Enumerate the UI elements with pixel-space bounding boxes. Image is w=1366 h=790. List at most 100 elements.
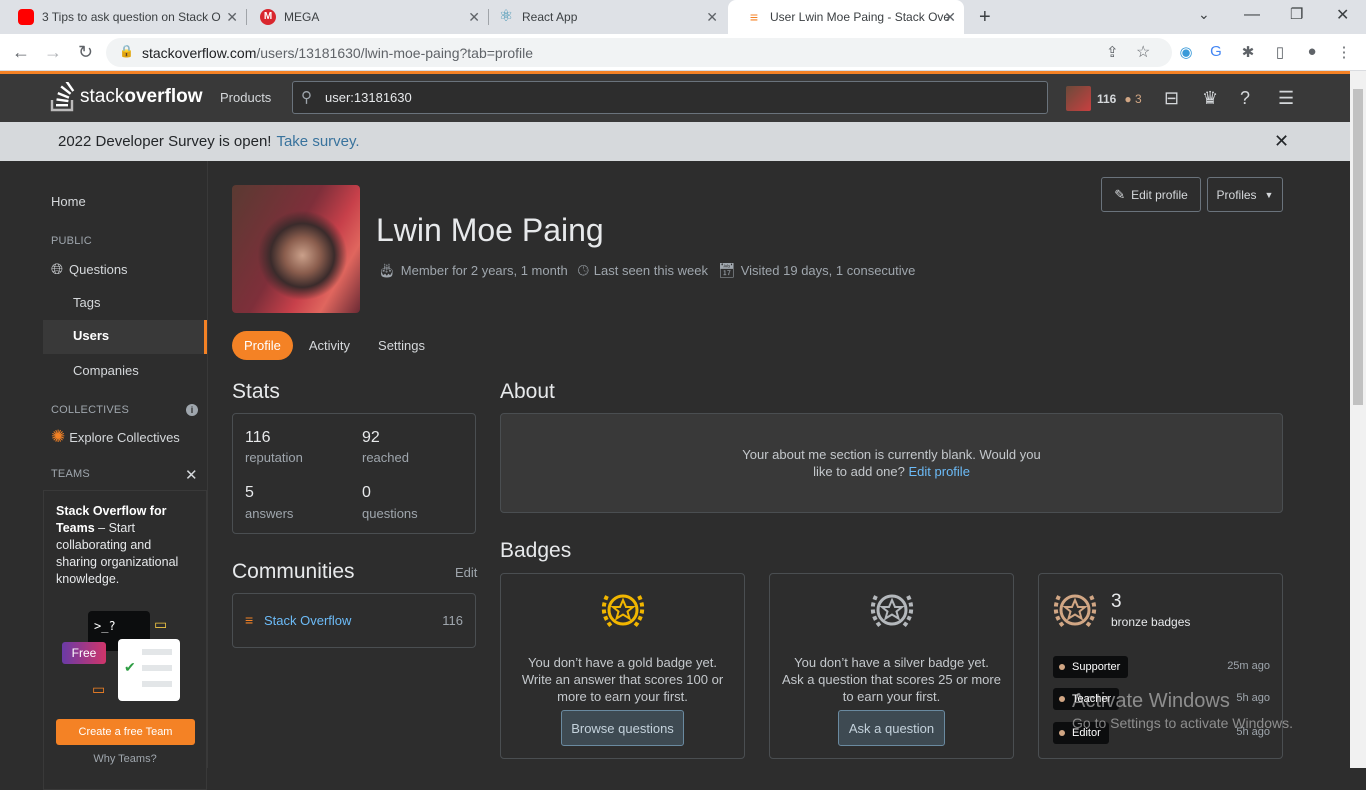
back-arrow-icon[interactable]: ← (12, 42, 30, 63)
cake-icon: 🎂︎ (378, 262, 396, 278)
extensions-puzzle-icon[interactable]: ✱ (1239, 43, 1257, 61)
logo-text-bold: overflow (124, 86, 203, 107)
minimize-icon[interactable]: — (1244, 6, 1260, 24)
new-tab-button[interactable]: + (979, 6, 991, 29)
profile-icon[interactable]: ● (1303, 43, 1321, 61)
achievements-trophy-icon[interactable]: ♛ (1202, 88, 1218, 109)
calendar-icon: 📅︎ (717, 262, 736, 278)
side-panel-icon[interactable]: ▯ (1271, 43, 1289, 61)
sidebar-item-explore-collectives[interactable]: ✺ Explore Collectives (51, 427, 180, 447)
tab-title: User Lwin Moe Paing - Stack Ove (770, 10, 951, 24)
tab-activity[interactable]: Activity (297, 331, 362, 360)
edit-profile-link[interactable]: Edit profile (909, 464, 970, 479)
watermark-line1: Activate Windows (1072, 690, 1230, 712)
community-name[interactable]: Stack Overflow (264, 613, 351, 628)
close-icon[interactable]: ✕ (944, 9, 956, 26)
badge-time: 25m ago (1227, 660, 1270, 672)
banner-text: 2022 Developer Survey is open! (58, 133, 272, 150)
tab-title: MEGA (284, 10, 320, 24)
caret-down-icon: ▼ (1264, 189, 1274, 200)
stackoverflow-icon: ≡ (749, 9, 759, 25)
create-free-team-button[interactable]: Create a free Team (56, 719, 195, 745)
badges-heading: Badges (500, 539, 572, 562)
help-icon[interactable]: ? (1240, 88, 1250, 109)
last-seen: Last seen this week (593, 263, 708, 278)
browse-questions-button[interactable]: Browse questions (561, 710, 684, 746)
site-switcher-icon[interactable]: ☰ (1278, 88, 1294, 109)
profiles-dropdown-button[interactable]: Profiles ▼ (1207, 177, 1283, 212)
close-icon[interactable]: ✕ (706, 9, 718, 26)
scrollbar-thumb[interactable] (1353, 89, 1363, 405)
browser-tab-bar: 3 Tips to ask question on Stack O ✕ M ME… (0, 0, 1366, 34)
close-icon[interactable]: ✕ (468, 9, 480, 26)
communities-edit-link[interactable]: Edit (455, 565, 477, 580)
translate-icon[interactable]: G (1207, 43, 1225, 61)
bronze-badge-icon (1053, 594, 1097, 628)
sidebar-item-home[interactable]: Home (51, 194, 86, 209)
window-close-icon[interactable]: ✕ (1336, 5, 1349, 25)
url-field[interactable]: 🔒 stackoverflow.com /users/13181630/lwin… (106, 38, 1172, 67)
reload-icon[interactable]: ↻ (78, 42, 93, 63)
gold-badge-icon (601, 594, 645, 628)
checklist-illustration: ✔ (118, 639, 180, 701)
maximize-icon[interactable]: ❐ (1290, 5, 1303, 23)
bronze-dot-icon (1059, 730, 1065, 736)
forward-arrow-icon[interactable]: → (44, 42, 62, 63)
button-label: Profiles (1216, 187, 1257, 202)
community-row[interactable]: ≡ Stack Overflow 116 (232, 593, 476, 648)
page-scrollbar[interactable] (1350, 71, 1366, 768)
inbox-icon[interactable]: ⊟ (1164, 88, 1179, 109)
search-input[interactable]: ⚲ user:13181630 (292, 81, 1048, 114)
bronze-dot-icon (1059, 664, 1065, 670)
badge-supporter[interactable]: Supporter (1053, 656, 1129, 678)
tab-profile[interactable]: Profile (232, 331, 293, 360)
edit-profile-button[interactable]: ✎ Edit profile (1101, 177, 1201, 212)
browser-tab-mega[interactable]: M MEGA ✕ (242, 0, 488, 34)
browser-tab-react[interactable]: ⚛ React App ✕ (480, 0, 726, 34)
about-blank-section: Your about me section is currently blank… (500, 413, 1283, 513)
bookmark-star-icon[interactable]: ☆ (1136, 42, 1150, 62)
bronze-badge-count: 3 (1111, 591, 1122, 612)
close-icon[interactable]: ✕ (185, 466, 198, 484)
stat-questions-value: 0 (362, 484, 371, 501)
close-icon[interactable]: ✕ (1274, 131, 1289, 152)
menu-kebab-icon[interactable]: ⋮ (1335, 43, 1353, 61)
silver-badge-icon (870, 594, 914, 628)
share-icon[interactable]: ⇪ (1106, 43, 1119, 61)
sidebar-item-companies[interactable]: Companies (73, 363, 139, 378)
lock-icon: 🔒 (119, 44, 134, 58)
collectives-icon: ✺ (51, 427, 66, 446)
ask-question-button[interactable]: Ask a question (838, 710, 945, 746)
take-survey-link[interactable]: Take survey. (276, 133, 359, 150)
chat-bubble-icon: ▭ (154, 616, 168, 632)
stats-heading: Stats (232, 380, 280, 403)
stat-answers-value: 5 (245, 484, 254, 501)
tab-search-icon[interactable]: ⌄ (1198, 6, 1210, 23)
stackoverflow-logo[interactable]: stack overflow (50, 82, 202, 112)
sidebar-item-label: Explore Collectives (69, 429, 180, 445)
browser-tab-youtube[interactable]: 3 Tips to ask question on Stack O ✕ (0, 0, 246, 34)
browser-tab-stackoverflow[interactable]: ≡ User Lwin Moe Paing - Stack Ove ✕ (728, 0, 964, 34)
profile-avatar[interactable] (232, 185, 360, 313)
silver-badge-text: You don’t have a silver badge yet. Ask a… (782, 655, 1001, 704)
extension-on-icon[interactable]: ◉ (1177, 43, 1195, 61)
sidebar-item-users[interactable]: Users (43, 320, 207, 354)
sidebar-item-questions[interactable]: 🌐︎ Questions (51, 261, 128, 278)
free-label: Free (62, 642, 106, 664)
tab-settings[interactable]: Settings (366, 331, 437, 360)
sidebar-section-teams: TEAMS (51, 468, 90, 480)
products-menu[interactable]: Products (220, 90, 271, 105)
gold-badge-card: You don’t have a gold badge yet. Write a… (500, 573, 745, 759)
pencil-icon: ✎ (1114, 186, 1126, 202)
sidebar-item-tags[interactable]: Tags (73, 295, 100, 310)
why-teams-link[interactable]: Why Teams? (44, 753, 206, 765)
profile-name: Lwin Moe Paing (376, 212, 604, 248)
sidebar-section-public: PUBLIC (51, 235, 92, 247)
info-icon[interactable]: i (186, 404, 198, 416)
user-card-link[interactable]: 116 ● 3 (1066, 86, 1142, 111)
check-icon: ✔ (124, 659, 136, 675)
close-icon[interactable]: ✕ (226, 9, 238, 26)
react-icon: ⚛ (498, 8, 514, 25)
stackoverflow-logo-icon (50, 82, 75, 112)
address-bar-row: ← → ↻ 🔒 stackoverflow.com /users/1318163… (0, 34, 1366, 71)
